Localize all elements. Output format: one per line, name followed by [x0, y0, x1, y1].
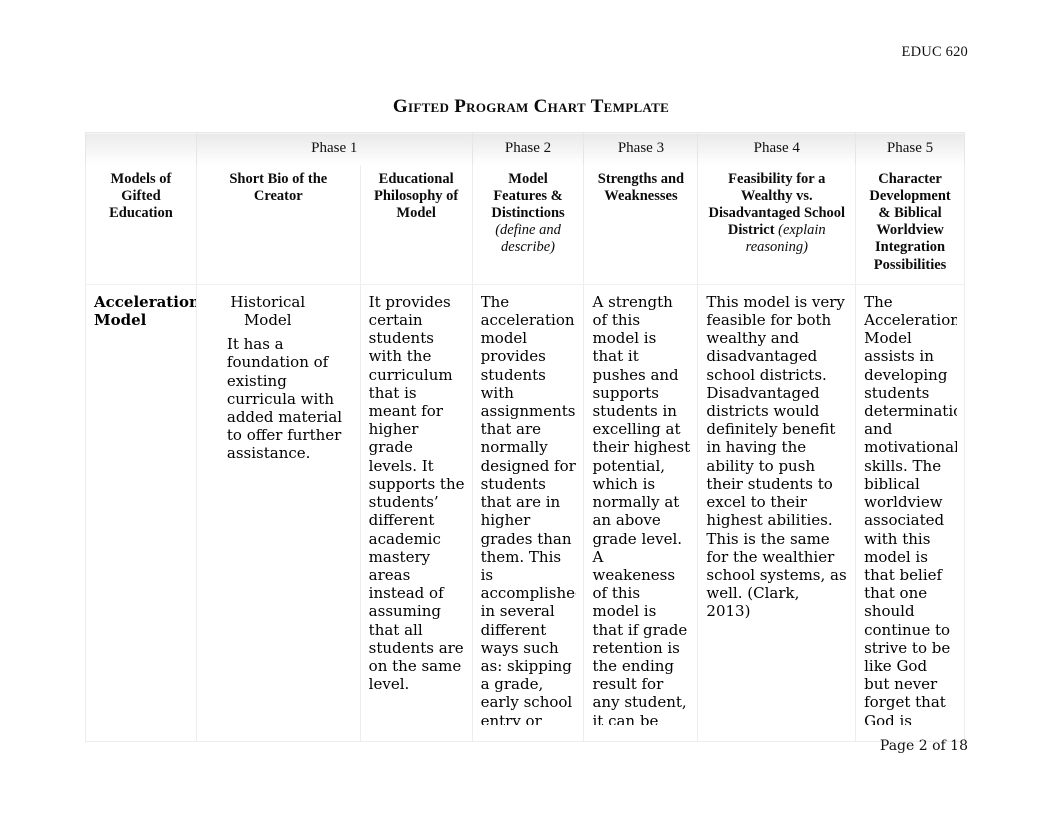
- running-header-course-code: EDUC 620: [901, 44, 968, 60]
- cell-short-bio-title: Historical Model: [230, 292, 306, 329]
- cell-strengths: A strength of this model is that it push…: [583, 284, 699, 742]
- phase-cell-2: Phase 2: [471, 132, 585, 165]
- column-header-features-main: Model Features & Distinctions: [491, 171, 565, 222]
- column-header-row: Models of Gifted Education Short Bio of …: [85, 165, 965, 285]
- cell-philosophy-text: It provides certain students with the cu…: [368, 292, 465, 694]
- phase-cell-4: Phase 4: [697, 132, 857, 165]
- column-header-philosophy: Educational Philosophy of Model: [359, 165, 473, 285]
- phase-cell-5: Phase 5: [855, 132, 965, 165]
- phase-cell-3: Phase 3: [583, 132, 699, 165]
- page-number-footer: Page 2 of 18: [879, 738, 968, 754]
- cell-strengths-text: A strength of this model is that it push…: [592, 292, 691, 725]
- column-header-features: Model Features & Distinctions (define an…: [471, 165, 585, 285]
- column-header-bio: Short Bio of the Creator: [195, 165, 361, 285]
- column-header-features-note: (define and describe): [495, 222, 561, 256]
- cell-character: The Acceleration Model assists in develo…: [855, 284, 965, 742]
- phase-cell-1: Phase 1: [195, 132, 473, 165]
- cell-features: The acceleration model provides students…: [471, 284, 585, 742]
- document-page: EDUC 620 Gifted Program Chart Template P…: [0, 0, 1062, 822]
- chart-table: Phase 1 Phase 2 Phase 3 Phase 4 Phase 5 …: [85, 132, 965, 742]
- column-header-models: Models of Gifted Education: [85, 165, 197, 285]
- table-row: Acceleration Model Historical Model It h…: [85, 284, 965, 742]
- cell-short-bio-body: It has a foundation of existing curricul…: [226, 335, 343, 463]
- page-title: Gifted Program Chart Template: [392, 96, 670, 117]
- column-header-feasibility: Feasibility for a Wealthy vs. Disadvanta…: [697, 165, 857, 285]
- phase-cell-blank: [85, 132, 197, 165]
- cell-model-name: Acceleration Model: [85, 284, 197, 742]
- column-header-character: Character Development & Biblical Worldvi…: [855, 165, 965, 285]
- cell-short-bio: Historical Model It has a foundation of …: [195, 284, 361, 742]
- cell-character-text: The Acceleration Model assists in develo…: [864, 292, 957, 725]
- cell-features-text: The acceleration model provides students…: [480, 292, 577, 725]
- column-header-strengths: Strengths and Weaknesses: [583, 165, 699, 285]
- cell-feasibility-text: This model is very feasible for both wea…: [706, 292, 847, 621]
- cell-philosophy: It provides certain students with the cu…: [359, 284, 473, 742]
- cell-feasibility: This model is very feasible for both wea…: [697, 284, 857, 742]
- phase-band-row: Phase 1 Phase 2 Phase 3 Phase 4 Phase 5: [85, 132, 965, 165]
- gifted-program-chart: Phase 1 Phase 2 Phase 3 Phase 4 Phase 5 …: [85, 132, 965, 742]
